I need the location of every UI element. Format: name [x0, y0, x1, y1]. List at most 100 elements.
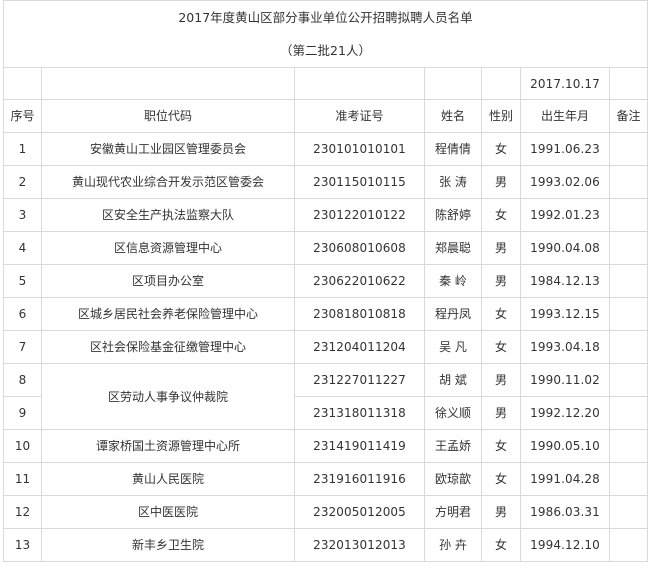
cell-name: 陈舒婷	[424, 198, 482, 232]
cell-name: 吴 凡	[424, 330, 482, 364]
empty-cell	[424, 67, 482, 100]
cell-gender: 男	[481, 495, 521, 529]
cell-unit: 区城乡居民社会养老保险管理中心	[41, 297, 295, 331]
cell-birth: 1986.03.31	[520, 495, 610, 529]
cell-unit: 安徽黄山工业园区管理委员会	[41, 132, 295, 166]
cell-name: 方明君	[424, 495, 482, 529]
table-row: 13 新丰乡卫生院 232013012013 孙 卉 女 1994.12.10	[3, 528, 648, 562]
date-row: 2017.10.17	[3, 67, 648, 100]
table-title: 2017年度黄山区部分事业单位公开招聘拟聘人员名单	[3, 0, 648, 35]
publish-date: 2017.10.17	[520, 67, 610, 100]
cell-name: 王孟娇	[424, 429, 482, 463]
empty-cell	[3, 67, 42, 100]
cell-gender: 女	[481, 297, 521, 331]
cell-unit: 黄山人民医院	[41, 462, 295, 496]
cell-name: 胡 斌	[424, 363, 482, 397]
header-birth: 出生年月	[520, 99, 610, 133]
personnel-table: 2017年度黄山区部分事业单位公开招聘拟聘人员名单 （第二批21人） 2017.…	[3, 0, 648, 562]
header-name: 姓名	[424, 99, 482, 133]
cell-remark	[609, 495, 648, 529]
table-row: 6 区城乡居民社会养老保险管理中心 230818010818 程丹凤 女 199…	[3, 297, 648, 331]
cell-birth: 1993.12.15	[520, 297, 610, 331]
cell-remark	[609, 396, 648, 430]
cell-exam-id: 230608010608	[294, 231, 425, 265]
cell-name: 孙 卉	[424, 528, 482, 562]
cell-exam-id: 230122010122	[294, 198, 425, 232]
cell-gender: 女	[481, 429, 521, 463]
cell-gender: 女	[481, 132, 521, 166]
cell-no: 9	[3, 396, 42, 430]
cell-name: 郑晨聪	[424, 231, 482, 265]
empty-cell	[294, 67, 425, 100]
cell-no: 2	[3, 165, 42, 199]
cell-remark	[609, 231, 648, 265]
cell-no: 13	[3, 528, 42, 562]
header-unit: 职位代码	[41, 99, 295, 133]
header-no: 序号	[3, 99, 42, 133]
cell-gender: 女	[481, 198, 521, 232]
cell-remark	[609, 330, 648, 364]
cell-remark	[609, 165, 648, 199]
cell-exam-id: 231204011204	[294, 330, 425, 364]
cell-no: 10	[3, 429, 42, 463]
cell-gender: 女	[481, 528, 521, 562]
personnel-list-sheet: 2017年度黄山区部分事业单位公开招聘拟聘人员名单 （第二批21人） 2017.…	[3, 0, 648, 568]
cell-exam-id: 230115010115	[294, 165, 425, 199]
table-row: 5 区项目办公室 230622010622 秦 岭 男 1984.12.13	[3, 264, 648, 298]
cell-unit: 区社会保险基金征缴管理中心	[41, 330, 295, 364]
cell-exam-id: 232013012013	[294, 528, 425, 562]
cell-exam-id: 231318011318	[294, 396, 425, 430]
cell-remark	[609, 264, 648, 298]
cell-birth: 1993.04.18	[520, 330, 610, 364]
cell-remark	[609, 429, 648, 463]
cell-name: 程倩倩	[424, 132, 482, 166]
cell-name: 欧琼歆	[424, 462, 482, 496]
cell-name: 徐义顺	[424, 396, 482, 430]
cell-birth: 1993.02.06	[520, 165, 610, 199]
cell-no: 7	[3, 330, 42, 364]
cell-no: 1	[3, 132, 42, 166]
cell-birth: 1990.05.10	[520, 429, 610, 463]
cell-remark	[609, 462, 648, 496]
cell-birth: 1991.04.28	[520, 462, 610, 496]
table-row: 4 区信息资源管理中心 230608010608 郑晨聪 男 1990.04.0…	[3, 231, 648, 265]
header-gender: 性别	[481, 99, 521, 133]
cell-birth: 1992.01.23	[520, 198, 610, 232]
cell-exam-id: 231916011916	[294, 462, 425, 496]
cell-birth: 1984.12.13	[520, 264, 610, 298]
cell-exam-id: 232005012005	[294, 495, 425, 529]
cell-gender: 男	[481, 231, 521, 265]
cell-gender: 男	[481, 264, 521, 298]
cell-exam-id: 230101010101	[294, 132, 425, 166]
cell-remark	[609, 198, 648, 232]
cell-gender: 男	[481, 363, 521, 397]
cell-unit: 区安全生产执法监察大队	[41, 198, 295, 232]
cell-gender: 女	[481, 462, 521, 496]
cell-gender: 男	[481, 396, 521, 430]
cell-name: 程丹凤	[424, 297, 482, 331]
cell-gender: 男	[481, 165, 521, 199]
cell-unit: 区信息资源管理中心	[41, 231, 295, 265]
cell-unit: 区中医医院	[41, 495, 295, 529]
cell-name: 张 涛	[424, 165, 482, 199]
cell-gender: 女	[481, 330, 521, 364]
cell-birth: 1991.06.23	[520, 132, 610, 166]
table-subtitle: （第二批21人）	[3, 35, 648, 68]
cell-unit: 新丰乡卫生院	[41, 528, 295, 562]
table-row: 8 区劳动人事争议仲裁院 231227011227 胡 斌 男 1990.11.…	[3, 363, 648, 430]
cell-unit: 黄山现代农业综合开发示范区管委会	[41, 165, 295, 199]
cell-no: 4	[3, 231, 42, 265]
header-row: 序号 职位代码 准考证号 姓名 性别 出生年月 备注	[3, 99, 648, 133]
cell-name: 秦 岭	[424, 264, 482, 298]
empty-cell	[609, 67, 648, 100]
table-row: 2 黄山现代农业综合开发示范区管委会 230115010115 张 涛 男 19…	[3, 165, 648, 199]
table-row: 11 黄山人民医院 231916011916 欧琼歆 女 1991.04.28	[3, 462, 648, 496]
cell-remark	[609, 528, 648, 562]
cell-unit: 区劳动人事争议仲裁院	[41, 363, 295, 430]
cell-remark	[609, 363, 648, 397]
cell-exam-id: 230622010622	[294, 264, 425, 298]
table-row: 7 区社会保险基金征缴管理中心 231204011204 吴 凡 女 1993.…	[3, 330, 648, 364]
cell-exam-id: 231419011419	[294, 429, 425, 463]
cell-exam-id: 230818010818	[294, 297, 425, 331]
cell-no: 12	[3, 495, 42, 529]
